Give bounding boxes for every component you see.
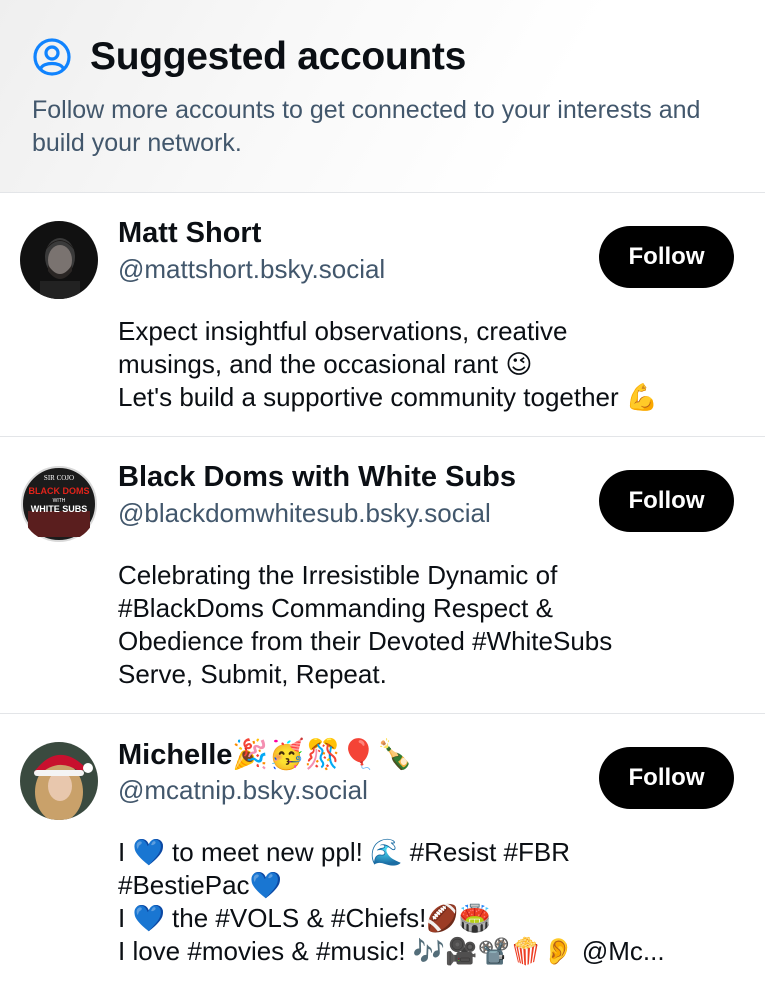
bio-line: I love #movies & #music! 🎶🎥📽️🍿👂 @Mc... xyxy=(118,936,665,966)
account-handle[interactable]: @mcatnip.bsky.social xyxy=(118,775,368,806)
follow-button[interactable]: Follow xyxy=(599,226,734,288)
page-subtitle: Follow more accounts to get connected to… xyxy=(32,96,701,157)
account-bio: I 💙 to meet new ppl! 🌊 #Resist #FBR #Bes… xyxy=(118,836,748,968)
suggested-accounts-header: Suggested accounts Follow more accounts … xyxy=(0,0,765,193)
account-handle[interactable]: @blackdomwhitesub.bsky.social xyxy=(118,498,491,529)
page-title: Suggested accounts xyxy=(90,35,467,78)
avatar[interactable] xyxy=(20,742,98,820)
account-name[interactable]: Matt Short xyxy=(118,217,261,250)
account-card[interactable]: Michelle🎉🥳🎊🎈🍾 @mcatnip.bsky.social Follo… xyxy=(0,714,765,1000)
avatar-text: SIR COJO xyxy=(44,474,74,482)
account-name[interactable]: Black Doms with White Subs xyxy=(118,461,516,494)
avatar-text: WHITE SUBS xyxy=(31,504,88,514)
follow-button[interactable]: Follow xyxy=(599,747,734,809)
account-name[interactable]: Michelle🎉🥳🎊🎈🍾 xyxy=(118,738,413,772)
bio-line: Expect insightful observations, creative xyxy=(118,316,568,346)
follow-button[interactable]: Follow xyxy=(599,470,734,532)
user-circle-icon xyxy=(32,37,72,77)
bio-line: Let's build a supportive community toget… xyxy=(118,382,659,412)
avatar[interactable]: SIR COJO BLACK DOMS WITH WHITE SUBS xyxy=(20,465,98,543)
bio-line: Celebrating the Irresistible Dynamic of xyxy=(118,560,558,590)
bio-line: #BlackDoms Commanding Respect & xyxy=(118,593,553,623)
account-card[interactable]: SIR COJO BLACK DOMS WITH WHITE SUBS Blac… xyxy=(0,437,765,714)
account-card[interactable]: Matt Short @mattshort.bsky.social Follow… xyxy=(0,193,765,437)
account-bio: Expect insightful observations, creative… xyxy=(118,315,748,414)
bio-line: Serve, Submit, Repeat. xyxy=(118,659,387,689)
bio-line: #BestiePac💙 xyxy=(118,870,282,900)
avatar[interactable] xyxy=(20,221,98,299)
bio-line: I 💙 to meet new ppl! 🌊 #Resist #FBR xyxy=(118,837,571,867)
bio-line: Obedience from their Devoted #WhiteSubs xyxy=(118,626,613,656)
bio-line: I 💙 the #VOLS & #Chiefs!🏈🏟️ xyxy=(118,903,492,933)
bio-line: musings, and the occasional rant 😉 xyxy=(118,349,533,379)
account-bio: Celebrating the Irresistible Dynamic of … xyxy=(118,559,748,691)
avatar-text: BLACK DOMS xyxy=(29,486,90,496)
account-handle[interactable]: @mattshort.bsky.social xyxy=(118,254,385,285)
